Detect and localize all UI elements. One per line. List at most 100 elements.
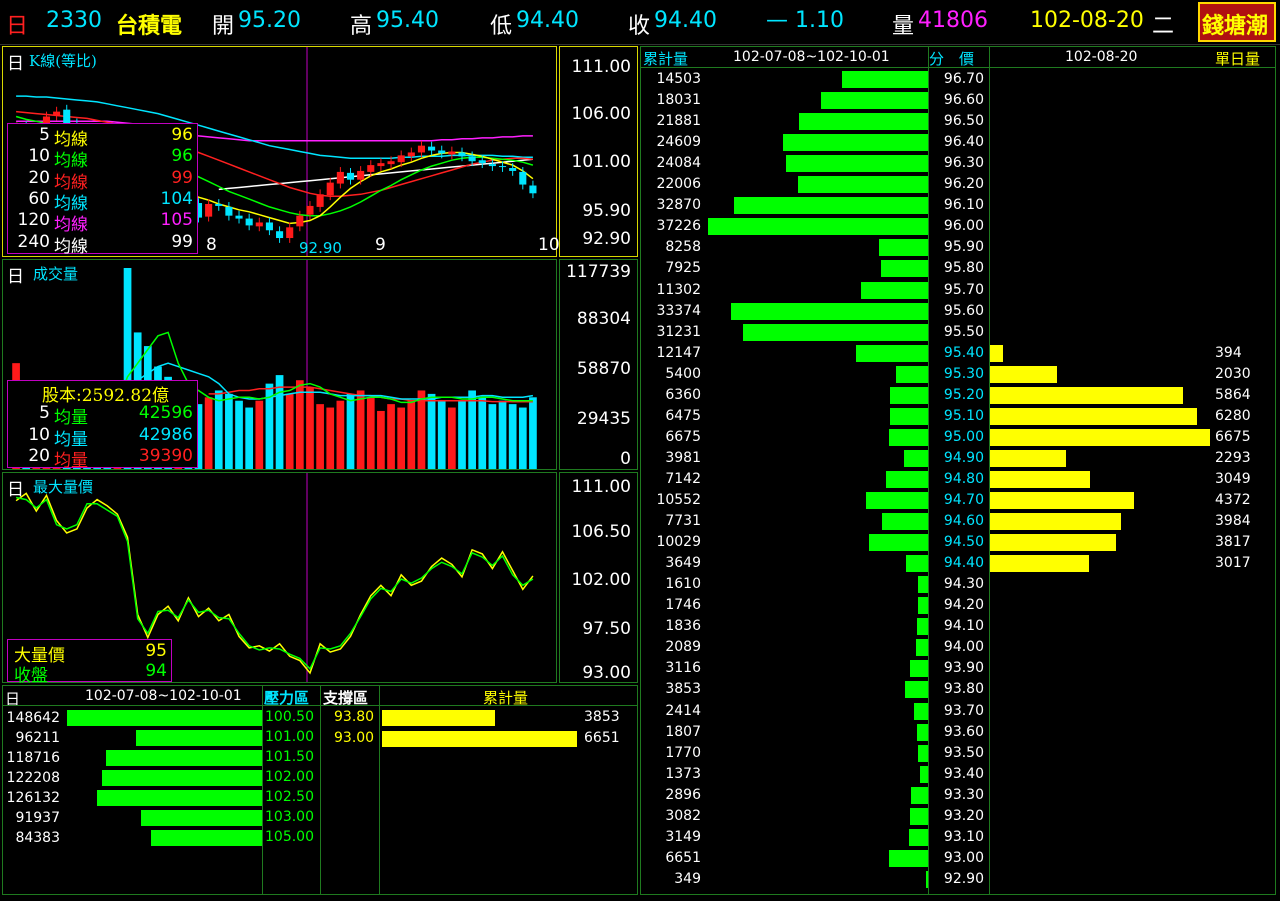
distribution-cum-bar	[888, 428, 928, 446]
pressure-row[interactable]: 122208 102.00	[3, 768, 320, 788]
distribution-row[interactable]: 1836 94.10	[641, 616, 1275, 637]
distribution-row[interactable]: 6475 95.10 6280	[641, 406, 1275, 427]
distribution-row[interactable]: 11302 95.70	[641, 280, 1275, 301]
maxvol-title[interactable]: 最大量價	[33, 476, 93, 497]
distribution-cum-volume: 1770	[665, 744, 701, 761]
ma-legend-row: 120 均線 105	[8, 210, 197, 235]
distribution-row[interactable]: 1807 93.60	[641, 722, 1275, 743]
maxvol-legend-value: 94	[145, 661, 167, 681]
distribution-row[interactable]: 6675 95.00 6675	[641, 427, 1275, 448]
candle-body	[326, 182, 334, 196]
volume-bar	[285, 393, 294, 469]
distribution-row[interactable]: 21881 96.50	[641, 111, 1275, 132]
distribution-price: 95.40	[943, 344, 984, 361]
distribution-row[interactable]: 7731 94.60 3984	[641, 511, 1275, 532]
pressure-row[interactable]: 84383 105.00	[3, 828, 320, 848]
distribution-row[interactable]: 3082 93.20	[641, 806, 1275, 827]
pressure-volume: 96211	[15, 730, 60, 746]
distribution-row[interactable]: 12147 95.40 394	[641, 343, 1275, 364]
distribution-row[interactable]: 37226 96.00	[641, 216, 1275, 237]
distribution-cum-bar	[888, 849, 928, 867]
pressure-row[interactable]: 126132 102.50	[3, 788, 320, 808]
brand-logo[interactable]: 錢塘潮	[1198, 2, 1276, 42]
volume-bar	[448, 407, 456, 469]
distribution-row[interactable]: 2896 93.30	[641, 785, 1275, 806]
distribution-row[interactable]: 6360 95.20 5864	[641, 385, 1275, 406]
month-label-oct: 10	[538, 235, 560, 255]
pressure-row[interactable]: 148642 100.50	[3, 708, 320, 728]
support-bar	[382, 710, 495, 726]
pressure-row[interactable]: 96211 101.00	[3, 728, 320, 748]
volume-bar	[366, 397, 375, 469]
distribution-row[interactable]: 3649 94.40 3017	[641, 553, 1275, 574]
volume-bar	[235, 400, 243, 469]
distribution-price: 95.80	[943, 260, 984, 277]
distribution-row[interactable]: 1373 93.40	[641, 764, 1275, 785]
distribution-cum-bar	[882, 513, 928, 531]
volume-ma-legend-row: 5 均量 42596	[8, 403, 197, 428]
distribution-row[interactable]: 24084 96.30	[641, 153, 1275, 174]
candle-body	[205, 203, 213, 217]
distribution-row[interactable]: 10029 94.50 3817	[641, 532, 1275, 553]
distribution-row[interactable]: 3149 93.10	[641, 827, 1275, 848]
volume-title[interactable]: 成交量	[33, 263, 78, 284]
volume-bar	[356, 390, 365, 469]
distribution-day-volume: 3017	[1215, 555, 1251, 572]
distribution-row[interactable]: 6651 93.00	[641, 848, 1275, 869]
distribution-cum-bar	[925, 870, 928, 888]
distribution-row[interactable]: 32870 96.10	[641, 195, 1275, 216]
distribution-cum-volume: 37226	[656, 218, 701, 235]
distribution-row[interactable]: 7142 94.80 3049	[641, 469, 1275, 490]
distribution-row[interactable]: 7925 95.80	[641, 258, 1275, 279]
price-distribution-panel[interactable]: 累計量 102-07-08~102-10-01 分 價 102-08-20 單日…	[640, 46, 1276, 895]
volume-bar	[468, 390, 476, 469]
pressure-support-panel[interactable]: 日 102-07-08~102-10-01 壓力區 支撐區 累計量 148642…	[2, 685, 638, 895]
distribution-row[interactable]: 5400 95.30 2030	[641, 364, 1275, 385]
distribution-row[interactable]: 14503 96.70	[641, 69, 1275, 90]
volume-bar	[214, 390, 223, 469]
distribution-row[interactable]: 31231 95.50	[641, 322, 1275, 343]
distribution-row[interactable]: 2089 94.00	[641, 637, 1275, 658]
distribution-cum-bar	[896, 365, 928, 383]
candle-body	[296, 215, 304, 227]
candle-body	[276, 231, 284, 239]
volume-bar	[255, 400, 264, 469]
volume-panel[interactable]: 日 成交量 股本:2592.82億 5 均量 42596 10 均量 42986 20 均量 3…	[2, 259, 557, 471]
support-row[interactable]: 93.00 6651	[320, 729, 637, 749]
support-row[interactable]: 93.80 3853	[320, 708, 637, 728]
ma-legend-row: 60 均線 104	[8, 188, 197, 214]
ma-period: 120	[17, 210, 50, 231]
distribution-row[interactable]: 8258 95.90	[641, 237, 1275, 258]
distribution-row[interactable]: 22006 96.20	[641, 174, 1275, 195]
distribution-row[interactable]: 1770 93.50	[641, 743, 1275, 764]
volume-label: 量	[892, 14, 915, 39]
distribution-row[interactable]: 1610 94.30	[641, 574, 1275, 595]
distribution-row[interactable]: 2414 93.70	[641, 701, 1275, 722]
kline-panel[interactable]: 日 K線(等比) 8 9 10 92.90 5 均線 96 10 均線 96 20 均線 99 6…	[2, 46, 560, 257]
distribution-row[interactable]: 18031 96.60	[641, 90, 1275, 111]
distribution-row[interactable]: 3981 94.90 2293	[641, 448, 1275, 469]
distribution-row[interactable]: 24609 96.40	[641, 132, 1275, 153]
distribution-row[interactable]: 33374 95.60	[641, 301, 1275, 322]
kline-title[interactable]: K線(等比)	[29, 50, 97, 71]
distribution-row[interactable]: 349 92.90	[641, 869, 1275, 890]
close-label: 收	[628, 14, 651, 39]
distribution-price: 96.50	[943, 113, 984, 130]
distribution-cum-bar	[909, 828, 928, 846]
volume-bar	[478, 397, 487, 469]
distribution-cum-volume: 24084	[656, 155, 701, 172]
distribution-row[interactable]: 3853 93.80	[641, 679, 1275, 700]
distribution-row[interactable]: 1746 94.20	[641, 595, 1275, 616]
distribution-day-bar	[990, 470, 1091, 488]
pressure-row[interactable]: 118716 101.50	[3, 748, 320, 768]
distribution-row[interactable]: 10552 94.70 4372	[641, 490, 1275, 511]
distribution-cum-volume: 3149	[665, 828, 701, 845]
candle-body	[438, 150, 446, 154]
volume-ma-legend-row: 20 均量 39390	[8, 446, 197, 471]
pressure-row[interactable]: 91937 103.00	[3, 808, 320, 828]
distribution-row[interactable]: 3116 93.90	[641, 658, 1275, 679]
ma-value: 104	[160, 188, 193, 209]
volume-axis-tick: 88304	[576, 309, 631, 329]
maxvol-panel[interactable]: 日 最大量價 大量價 95 收盤 94	[2, 472, 557, 686]
pressure-bar	[96, 790, 262, 806]
